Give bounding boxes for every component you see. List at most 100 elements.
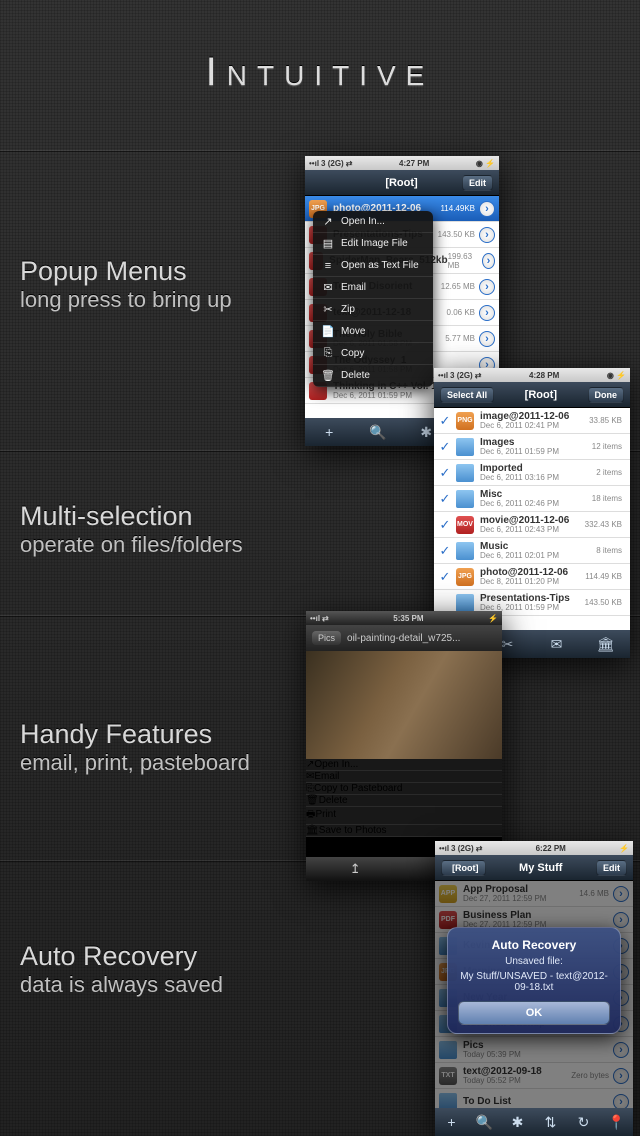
popup-item[interactable]: 🖶Print (306, 807, 502, 825)
popup-item-icon: ↗ (321, 215, 335, 228)
file-row[interactable]: APP App ProposalDec 27, 2011 12:59 PM 14… (435, 881, 633, 907)
file-row[interactable]: ✓ ImportedDec 6, 2011 03:16 PM 2 items (434, 460, 630, 486)
popup-item-icon: ≡ (321, 260, 335, 272)
mail-icon[interactable]: ✉ (532, 636, 581, 653)
popup-item[interactable]: 🗑Delete (306, 795, 502, 807)
refresh-icon[interactable]: ↻ (567, 1114, 600, 1131)
checkbox[interactable]: ✓ (438, 440, 452, 454)
nav-bar: Select All [Root] Done (434, 382, 630, 408)
alert-dialog: Auto Recovery Unsaved file: My Stuff/UNS… (447, 927, 621, 1034)
nav-title: My Stuff (486, 862, 597, 874)
popup-item[interactable]: ⎘Copy (313, 343, 433, 365)
folder-icon (456, 464, 474, 482)
pin-icon[interactable]: 📍 (600, 1114, 633, 1131)
checkbox[interactable]: ✓ (438, 518, 452, 532)
checkbox[interactable]: ✓ (438, 544, 452, 558)
detail-chevron-icon[interactable]: › (613, 886, 629, 902)
popup-item-icon: ✂ (321, 303, 335, 316)
detail-chevron-icon[interactable]: › (479, 227, 495, 243)
screenshot-recovery: ••ıl3 (2G) ⇄ 6:22 PM ⚡ [Root] My Stuff E… (435, 841, 633, 1136)
context-popup: ↗Open In...▤Edit Image File≡Open as Text… (313, 211, 433, 387)
sort-icon[interactable]: ⇅ (534, 1114, 567, 1131)
file-row[interactable]: ✓ JPG photo@2011-12-06Dec 8, 2011 01:20 … (434, 564, 630, 590)
nav-title: [Root] (494, 389, 587, 401)
detail-chevron-icon[interactable]: › (613, 912, 629, 928)
file-row[interactable]: ✓ MOV movie@2011-12-06Dec 6, 2011 02:43 … (434, 512, 630, 538)
checkbox[interactable]: ✓ (438, 466, 452, 480)
checkbox[interactable]: ✓ (438, 492, 452, 506)
file-row[interactable]: PicsToday 05:39 PM › (435, 1037, 633, 1063)
popup-item-icon: 🗑 (321, 369, 335, 382)
popup-item-icon: ▤ (321, 237, 335, 250)
popup-item-icon: 🏛 (306, 825, 319, 836)
detail-chevron-icon[interactable]: › (613, 1068, 629, 1084)
detail-chevron-icon[interactable]: › (482, 253, 495, 269)
folder-icon (439, 1041, 457, 1059)
file-row[interactable]: ✓ MusicDec 6, 2011 02:01 PM 8 items (434, 538, 630, 564)
status-bar: ••ıl ⇄ 5:35 PM ⚡ (306, 611, 502, 625)
popup-item[interactable]: ▤Edit Image File (313, 233, 433, 255)
file-row[interactable]: ✓ PNG image@2011-12-06Dec 6, 2011 02:41 … (434, 408, 630, 434)
search-icon[interactable]: 🔍 (354, 424, 403, 441)
add-icon[interactable]: + (305, 424, 354, 440)
ok-button[interactable]: OK (458, 1001, 610, 1025)
popup-item[interactable]: ↗Open In... (306, 759, 502, 771)
detail-chevron-icon[interactable]: › (479, 201, 495, 217)
select-all-button[interactable]: Select All (440, 387, 494, 403)
alert-text: Unsaved file: (458, 956, 610, 967)
folder-icon (456, 594, 474, 612)
popup-item[interactable]: 🏛Save to Photos (306, 825, 502, 837)
file-row[interactable]: ✓ ImagesDec 6, 2011 01:59 PM 12 items (434, 434, 630, 460)
folder-icon (456, 542, 474, 560)
jpg-icon: JPG (456, 568, 474, 586)
popup-item[interactable]: ✂Zip (313, 299, 433, 321)
image-preview (306, 651, 502, 759)
popup-item-icon: ✉ (321, 281, 335, 294)
detail-chevron-icon[interactable]: › (479, 305, 495, 321)
edit-button[interactable]: Edit (596, 860, 627, 876)
popup-item-icon: ⎘ (306, 783, 314, 794)
share-icon[interactable]: ↥ (350, 861, 361, 877)
checkbox[interactable]: ✓ (438, 414, 452, 428)
popup-item[interactable]: ✉Email (313, 277, 433, 299)
popup-item[interactable]: ≡Open as Text File (313, 255, 433, 277)
app-icon: APP (439, 885, 457, 903)
popup-item[interactable]: 🗑Delete (313, 365, 433, 387)
back-button[interactable]: Pics (312, 631, 341, 645)
nav-title: oil-painting-detail_w725... (347, 633, 460, 644)
add-icon[interactable]: + (435, 1114, 468, 1130)
popup-item-icon: 📄 (321, 325, 335, 338)
txt-icon: TXT (439, 1067, 457, 1085)
detail-chevron-icon[interactable]: › (479, 331, 495, 347)
pdf-icon: PDF (439, 911, 457, 929)
popup-item[interactable]: 📄Move (313, 321, 433, 343)
popup-item[interactable]: ✉Email (306, 771, 502, 783)
checkbox[interactable] (438, 596, 452, 610)
page-title: Intuitive (0, 0, 640, 95)
search-icon[interactable]: 🔍 (468, 1114, 501, 1131)
folder-icon (456, 438, 474, 456)
folder-icon (456, 490, 474, 508)
alert-text: My Stuff/UNSAVED - text@2012-09-18.txt (458, 971, 610, 993)
popup-item-icon: 🗑 (306, 795, 319, 806)
nav-bar: [Root] Edit (305, 170, 499, 196)
alert-title: Auto Recovery (458, 938, 610, 952)
trash-icon[interactable]: 🏛 (581, 636, 630, 653)
file-row[interactable]: TXT text@2012-09-18Today 05:52 PM Zero b… (435, 1063, 633, 1089)
detail-chevron-icon[interactable]: › (479, 279, 495, 295)
file-row[interactable]: ✓ MiscDec 6, 2011 02:46 PM 18 items (434, 486, 630, 512)
png-icon: PNG (456, 412, 474, 430)
nav-bar: Pics oil-painting-detail_w725... (306, 625, 502, 651)
popup-item-icon: ⎘ (321, 347, 335, 360)
gear-icon[interactable]: ✱ (501, 1114, 534, 1131)
back-button[interactable]: [Root] (441, 860, 486, 876)
nav-title: [Root] (341, 177, 462, 189)
popup-item[interactable]: ↗Open In... (313, 211, 433, 233)
detail-chevron-icon[interactable]: › (613, 1042, 629, 1058)
edit-button[interactable]: Edit (462, 175, 493, 191)
checkbox[interactable]: ✓ (438, 570, 452, 584)
popup-item[interactable]: ⎘Copy to Pasteboard (306, 783, 502, 795)
status-bar: ••ıl3 (2G) ⇄ 6:22 PM ⚡ (435, 841, 633, 855)
toolbar: + 🔍 ✱ ⇅ ↻ 📍 (435, 1108, 633, 1136)
done-button[interactable]: Done (588, 387, 625, 403)
